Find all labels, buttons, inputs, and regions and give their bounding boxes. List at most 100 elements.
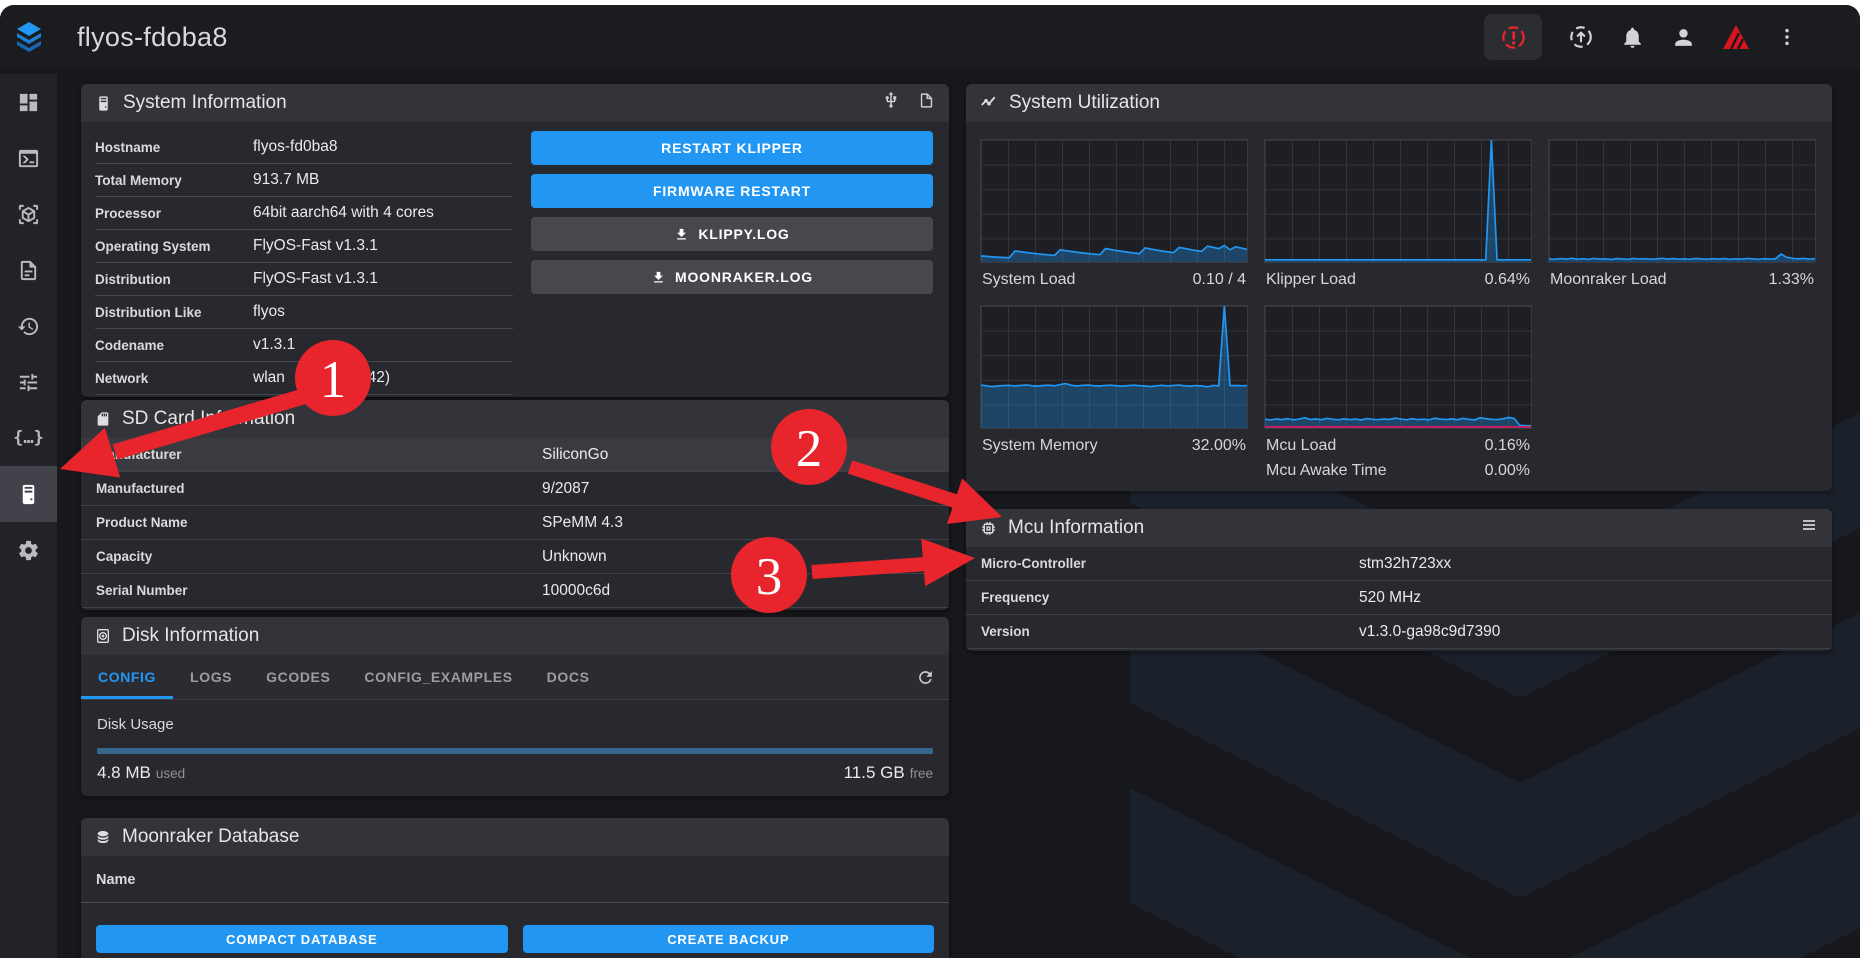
usb-icon[interactable] xyxy=(882,91,900,115)
tab-config-examples[interactable]: CONFIG_EXAMPLES xyxy=(347,655,529,699)
table-row: Hostnameflyos-fd0ba8 xyxy=(95,131,513,164)
disk-tabs: CONFIG LOGS GCODES CONFIG_EXAMPLES DOCS xyxy=(81,655,949,700)
system-utilization-panel: System Utilization System Load0.10 / 4 K… xyxy=(966,84,1832,491)
hard-disk-icon xyxy=(95,628,111,644)
system-information-header: System Information xyxy=(81,84,949,122)
disk-information-panel: Disk Information CONFIG LOGS GCODES CONF… xyxy=(81,617,949,796)
chip-icon xyxy=(980,520,997,537)
mcu-load-chart xyxy=(1264,305,1532,429)
create-backup-button[interactable]: CREATE BACKUP xyxy=(523,925,935,953)
sd-card-icon xyxy=(95,411,111,427)
hamburger-menu-icon[interactable] xyxy=(1800,516,1818,540)
braces-icon: {…} xyxy=(13,428,44,448)
table-row-network: Networkwlan101.142) xyxy=(95,362,513,395)
app-logo[interactable] xyxy=(0,5,57,69)
table-row: Processor64bit aarch64 with 4 cores xyxy=(95,197,513,230)
system-action-buttons: RESTART KLIPPER FIRMWARE RESTART KLIPPY.… xyxy=(531,131,933,395)
kebab-menu-icon[interactable] xyxy=(1776,26,1798,48)
window-top-edge xyxy=(100,0,1790,5)
moonraker-database-panel: Moonraker Database Name COMPACT DATABASE… xyxy=(81,818,949,958)
system-utilization-header: System Utilization xyxy=(966,84,1832,122)
system-information-body: Hostnameflyos-fd0ba8 Total Memory913.7 M… xyxy=(81,122,949,395)
panel-title: System Information xyxy=(123,92,287,114)
tab-gcodes[interactable]: GCODES xyxy=(249,655,347,699)
restart-klipper-button[interactable]: RESTART KLIPPER xyxy=(531,131,933,165)
sidebar-item-console[interactable] xyxy=(0,130,57,186)
chart-value: 0.16% xyxy=(1485,435,1530,456)
disk-free-value: 11.5 GB xyxy=(844,763,905,782)
app-window: flyos-fdoba8 xyxy=(0,5,1860,958)
database-icon xyxy=(95,829,111,845)
table-row: Serial Number10000c6d xyxy=(81,574,949,608)
sidebar-item-config-braces[interactable]: {…} xyxy=(0,410,57,466)
moonraker-load-chart xyxy=(1548,139,1816,263)
panel-title: SD Card Information xyxy=(122,408,295,430)
sd-card-panel: SD Card Information ManufacturerSiliconG… xyxy=(81,400,949,610)
sd-card-header: SD Card Information xyxy=(81,400,949,438)
tab-config[interactable]: CONFIG xyxy=(81,655,173,699)
system-information-table: Hostnameflyos-fd0ba8 Total Memory913.7 M… xyxy=(95,131,513,395)
system-information-panel: System Information Hostnameflyos-fd0ba8 … xyxy=(81,84,949,397)
table-row: Frequency520 MHz xyxy=(966,581,1832,615)
disk-information-header: Disk Information xyxy=(81,617,949,655)
disk-used-value: 4.8 MB xyxy=(97,763,151,782)
klipper-load-chart xyxy=(1264,139,1532,263)
table-row: Total Memory913.7 MB xyxy=(95,164,513,197)
fly-brand-icon[interactable] xyxy=(1722,24,1750,50)
panel-title: Moonraker Database xyxy=(122,826,299,848)
table-row: Operating SystemFlyOS-Fast v1.3.1 xyxy=(95,230,513,263)
system-memory-chart xyxy=(980,305,1248,429)
top-bar: flyos-fdoba8 xyxy=(0,5,1860,69)
disk-usage-values: 4.8 MBused 11.5 GBfree xyxy=(97,763,933,783)
tab-docs[interactable]: DOCS xyxy=(530,655,607,699)
sidebar-item-printer-preview[interactable] xyxy=(0,186,57,242)
panel-title: Mcu Information xyxy=(1008,517,1144,539)
compact-database-button[interactable]: COMPACT DATABASE xyxy=(96,925,508,953)
sidebar-item-gcode-files[interactable] xyxy=(0,242,57,298)
sidebar-item-history[interactable] xyxy=(0,298,57,354)
table-row: Micro-Controllerstm32h723xx xyxy=(966,547,1832,581)
panel-title: Disk Information xyxy=(122,625,259,647)
sidebar-item-tune[interactable] xyxy=(0,354,57,410)
notifications-bell-icon[interactable] xyxy=(1620,25,1645,50)
refresh-icon[interactable] xyxy=(916,655,935,699)
chart-value: 1.33% xyxy=(1769,269,1814,290)
utilization-charts: System Load0.10 / 4 Klipper Load0.64% Mo… xyxy=(966,122,1832,491)
tab-logs[interactable]: LOGS xyxy=(173,655,249,699)
download-icon xyxy=(674,227,689,242)
table-row: Product NameSPeMM 4.3 xyxy=(81,506,949,540)
system-load-chart xyxy=(980,139,1248,263)
file-log-icon[interactable] xyxy=(918,92,935,115)
table-row: DistributionFlyOS-Fast v1.3.1 xyxy=(95,263,513,296)
table-row: Distribution Likeflyos xyxy=(95,296,513,329)
chart-label: System Memory xyxy=(982,435,1098,456)
disk-usage-bar xyxy=(97,748,933,754)
emergency-stop-icon xyxy=(1500,24,1527,51)
firmware-restart-button[interactable]: FIRMWARE RESTART xyxy=(531,174,933,208)
table-row: ManufacturerSiliconGo xyxy=(81,438,949,472)
moonraker-log-button[interactable]: MOONRAKER.LOG xyxy=(531,260,933,294)
upload-target-icon[interactable] xyxy=(1568,24,1594,50)
account-user-icon[interactable] xyxy=(1671,25,1696,50)
sidebar-item-dashboard[interactable] xyxy=(0,74,57,130)
table-row: CapacityUnknown xyxy=(81,540,949,574)
klippy-log-button[interactable]: KLIPPY.LOG xyxy=(531,217,933,251)
pc-tower-icon xyxy=(95,95,112,112)
topbar-actions xyxy=(1484,14,1860,60)
table-row: Manufactured9/2087 xyxy=(81,472,949,506)
fly-logo-icon xyxy=(11,19,47,55)
main-content: System Information Hostnameflyos-fd0ba8 … xyxy=(57,74,1860,958)
sidebar-item-machine[interactable] xyxy=(0,466,57,522)
download-icon xyxy=(651,270,666,285)
emergency-stop-button[interactable] xyxy=(1484,14,1542,60)
database-name-column-header: Name xyxy=(81,856,949,903)
database-buttons: COMPACT DATABASE CREATE BACKUP xyxy=(81,903,949,958)
chart-label: Mcu Awake Time xyxy=(1266,460,1387,481)
sidebar-item-settings[interactable] xyxy=(0,522,57,578)
chart-label: Moonraker Load xyxy=(1550,269,1667,290)
disk-usage-label: Disk Usage xyxy=(97,716,933,733)
sidebar-nav: {…} xyxy=(0,74,57,958)
chart-label: Klipper Load xyxy=(1266,269,1356,290)
moonraker-database-header: Moonraker Database xyxy=(81,818,949,856)
mcu-information-header: Mcu Information xyxy=(966,509,1832,547)
